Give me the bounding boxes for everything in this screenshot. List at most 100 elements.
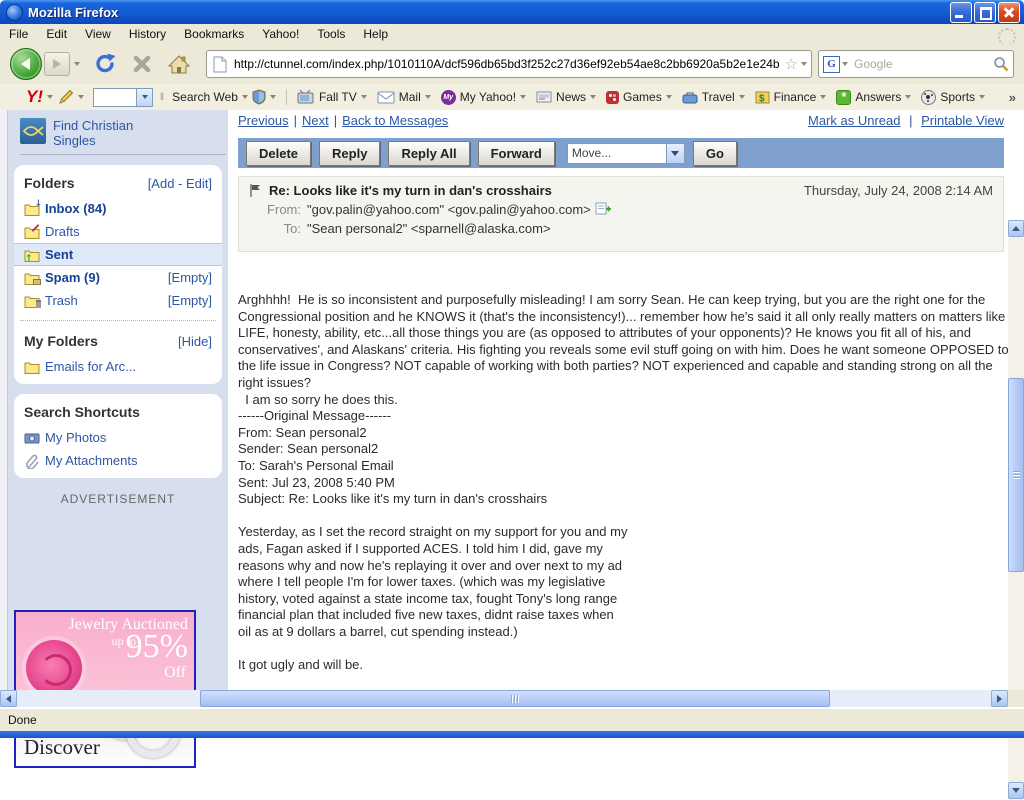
toolbar-item-games[interactable]: Games — [606, 90, 672, 104]
news-dropdown-icon[interactable] — [590, 95, 596, 99]
magnifier-icon[interactable] — [993, 56, 1009, 72]
sidebar-item-inbox[interactable]: ↓ Inbox (84) — [14, 197, 222, 220]
finance-dropdown-icon[interactable] — [820, 95, 826, 99]
pencil-icon — [58, 89, 74, 105]
scroll-left-button[interactable] — [0, 690, 17, 707]
yahoo-menu-dropdown-icon[interactable] — [47, 95, 53, 99]
paperclip-icon — [24, 454, 40, 468]
mark-as-unread-link[interactable]: Mark as Unread — [808, 113, 900, 128]
menu-bookmarks[interactable]: Bookmarks — [175, 25, 253, 43]
move-dropdown-icon[interactable] — [666, 144, 684, 163]
find-christian-singles-link[interactable]: Find Christian Singles — [8, 110, 228, 154]
toolbar-item-news[interactable]: News — [536, 90, 596, 104]
close-button[interactable] — [998, 2, 1020, 23]
message-action-toolbar: Delete Reply Reply All Forward Move... G… — [238, 138, 1004, 168]
toolbar-search-dropdown-icon[interactable] — [136, 89, 152, 106]
sidebar-item-trash[interactable]: Trash [Empty] — [14, 289, 222, 312]
yahoo-logo[interactable]: Y! — [26, 87, 43, 107]
sidebar-item-spam[interactable]: Spam (9) [Empty] — [14, 266, 222, 289]
folders-add-edit-link[interactable]: [Add - Edit] — [148, 176, 212, 191]
shield-icon[interactable] — [252, 89, 266, 105]
my-yahoo-dropdown-icon[interactable] — [520, 95, 526, 99]
search-web-button[interactable]: Search Web — [172, 89, 276, 105]
toolbar-item-my-yahoo[interactable]: My My Yahoo! — [441, 90, 526, 105]
toolbar-item-answers[interactable]: * Answers — [836, 90, 911, 105]
menu-edit[interactable]: Edit — [37, 25, 76, 43]
back-to-messages-link[interactable]: Back to Messages — [342, 113, 448, 128]
next-link[interactable]: Next — [302, 113, 329, 128]
forward-button-mail[interactable]: Forward — [478, 141, 555, 166]
sidebar-item-drafts[interactable]: Drafts — [14, 220, 222, 243]
fall-tv-dropdown-icon[interactable] — [361, 95, 367, 99]
menu-tools[interactable]: Tools — [308, 25, 354, 43]
minimize-button[interactable] — [950, 2, 972, 23]
scroll-up-button[interactable] — [1008, 220, 1024, 237]
drafts-folder-icon — [24, 225, 40, 239]
tv-icon — [297, 89, 315, 105]
delete-button[interactable]: Delete — [246, 141, 311, 166]
reload-button[interactable] — [93, 52, 117, 76]
camera-icon — [24, 431, 40, 445]
yahoo-toolbar: Y! ‖ Search Web Fall TV M — [0, 84, 1024, 111]
sidebar-item-sent[interactable]: ↑ Sent — [14, 243, 222, 266]
my-folders-hide-link[interactable]: [Hide] — [178, 334, 212, 349]
answers-dropdown-icon[interactable] — [905, 95, 911, 99]
horizontal-scroll-thumb[interactable] — [200, 690, 830, 707]
reply-all-button[interactable]: Reply All — [388, 141, 469, 166]
printable-view-link[interactable]: Printable View — [921, 113, 1004, 128]
home-button[interactable] — [167, 54, 191, 75]
shield-dropdown-icon[interactable] — [270, 95, 276, 99]
menu-history[interactable]: History — [120, 25, 175, 43]
search-web-dropdown-icon[interactable] — [242, 95, 248, 99]
toolbar-item-travel[interactable]: Travel — [682, 90, 745, 104]
engine-dropdown-icon[interactable] — [842, 62, 848, 66]
previous-link[interactable]: Previous — [238, 113, 289, 128]
jewelry-ad-banner[interactable]: Jewelry Auctioned up to 95% Off Click to… — [14, 610, 196, 768]
toolbar-item-mail[interactable]: Mail — [377, 90, 431, 104]
sidebar-item-emails-for-arc[interactable]: Emails for Arc... — [14, 355, 222, 378]
menu-view[interactable]: View — [76, 25, 120, 43]
forward-button[interactable] — [44, 52, 70, 76]
title-bar: Mozilla Firefox — [0, 0, 1024, 24]
toolbar-item-sports[interactable]: Sports — [921, 90, 985, 105]
menu-help[interactable]: Help — [354, 25, 397, 43]
toolbar-item-fall-tv[interactable]: Fall TV — [297, 89, 367, 105]
scroll-down-button[interactable] — [1008, 782, 1024, 799]
toolbar-search-input[interactable] — [93, 88, 153, 107]
web-search-input[interactable] — [852, 56, 993, 72]
back-button[interactable] — [10, 48, 42, 80]
move-select[interactable]: Move... — [567, 143, 685, 164]
toolbar-item-finance[interactable]: $ Finance — [755, 90, 827, 104]
pencil-dropdown-icon[interactable] — [78, 95, 84, 99]
restore-button[interactable] — [974, 2, 996, 23]
back-arrow-icon — [21, 58, 30, 70]
sidebar-item-my-photos[interactable]: My Photos — [14, 426, 222, 449]
vertical-scroll-thumb[interactable] — [1008, 378, 1024, 572]
bookmark-star-icon[interactable]: ☆ — [785, 55, 798, 73]
go-button[interactable]: Go — [693, 141, 737, 166]
address-input[interactable] — [232, 56, 782, 72]
reply-button[interactable]: Reply — [319, 141, 380, 166]
menu-file[interactable]: File — [0, 25, 37, 43]
url-dropdown-icon[interactable] — [801, 62, 807, 66]
travel-dropdown-icon[interactable] — [739, 95, 745, 99]
trash-empty-link[interactable]: [Empty] — [168, 293, 212, 308]
games-dropdown-icon[interactable] — [666, 95, 672, 99]
google-engine-icon[interactable]: G — [823, 56, 840, 73]
sidebar-item-my-attachments[interactable]: My Attachments — [14, 449, 222, 472]
horizontal-scrollbar[interactable] — [0, 690, 1008, 707]
toolbar-overflow-chevron[interactable]: » — [1009, 90, 1016, 105]
menu-yahoo[interactable]: Yahoo! — [253, 25, 308, 43]
sports-dropdown-icon[interactable] — [979, 95, 985, 99]
user-folder-icon — [24, 360, 40, 374]
history-dropdown-icon[interactable] — [74, 62, 80, 66]
scroll-right-button[interactable] — [991, 690, 1008, 707]
status-text: Done — [8, 713, 37, 727]
add-contact-icon[interactable] — [595, 202, 612, 216]
toolbar-splitter-handle[interactable]: ‖ — [160, 92, 164, 103]
mail-dropdown-icon[interactable] — [425, 95, 431, 99]
message-header: Re: Looks like it's my turn in dan's cro… — [238, 176, 1004, 252]
compose-pencil-button[interactable] — [58, 89, 84, 105]
stop-button[interactable] — [131, 53, 153, 75]
spam-empty-link[interactable]: [Empty] — [168, 270, 212, 285]
